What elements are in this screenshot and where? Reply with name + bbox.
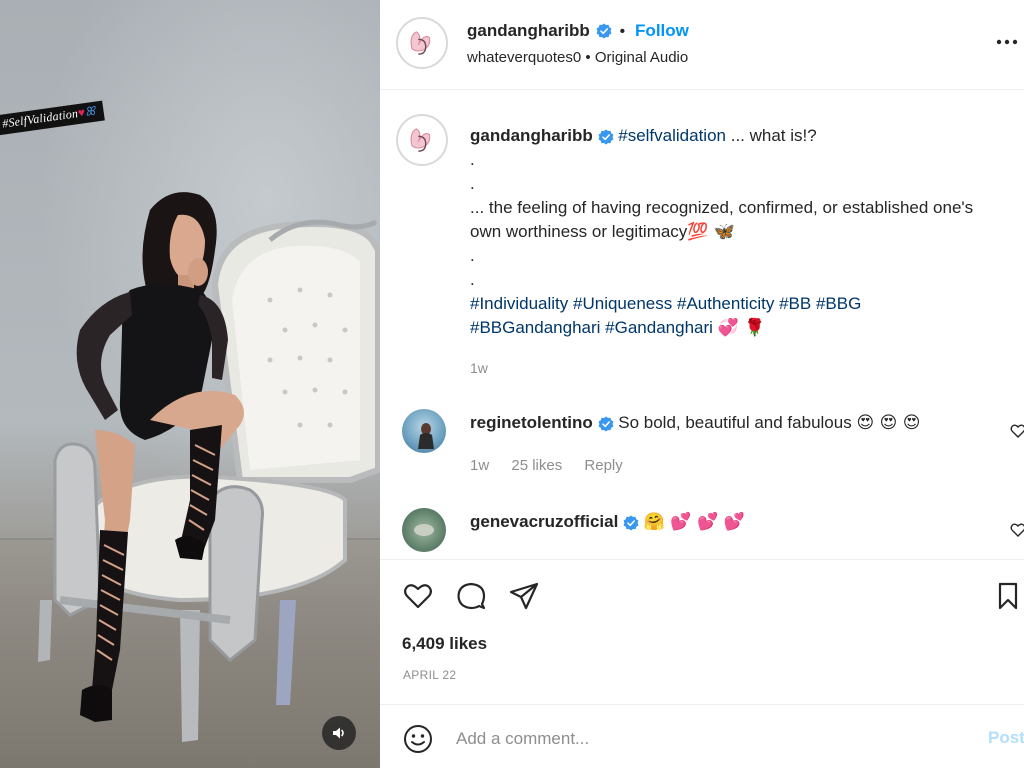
caption-age: 1w	[470, 360, 488, 376]
emoji-hundred-butterfly: 💯 🦋	[687, 222, 736, 242]
hashtag-link[interactable]: #BB	[779, 294, 811, 313]
hashtag-line-2: #BBGandanghari #Gandanghari 💞 🌹	[470, 316, 1024, 340]
commenter-username[interactable]: reginetolentino	[470, 413, 593, 432]
hashtag-link[interactable]: #Uniqueness	[573, 294, 672, 313]
bbg-logo-icon	[399, 20, 445, 66]
hashtag-link[interactable]: #selfvalidation	[618, 126, 726, 145]
comment-like-heart-icon[interactable]	[1010, 423, 1024, 439]
caption-text-2: ... the feeling of having recognized, co…	[470, 198, 974, 217]
post-header: gandangharibb • Follow whateverquotes0 •…	[380, 0, 1024, 90]
hashtag-link[interactable]: #BBGandanghari	[470, 318, 600, 337]
caption-text-1: ... what is!?	[726, 126, 817, 145]
comment-emoji: 😍 😍 😍	[856, 413, 921, 433]
audio-label[interactable]: Original Audio	[595, 49, 688, 66]
audio-separator: •	[581, 49, 595, 66]
avatar-photo	[418, 423, 434, 449]
post-detail-panel: gandangharibb • Follow whateverquotes0 •…	[380, 0, 1024, 768]
caption-avatar[interactable]	[396, 114, 448, 166]
caption-dot: .	[470, 270, 475, 289]
audio-attribution: whateverquotes0 • Original Audio	[467, 49, 688, 66]
commenter-avatar[interactable]	[402, 409, 446, 453]
header-title-row: gandangharibb • Follow	[467, 21, 689, 41]
verified-badge-icon	[623, 515, 639, 531]
post-date: APRIL 22	[403, 668, 457, 682]
more-options-button[interactable]	[992, 30, 1022, 54]
emoji-hearts-rose: 💞 🌹	[717, 318, 766, 338]
share-icon[interactable]	[508, 580, 540, 612]
post-media[interactable]: #SelfValidation♥ꕤ	[0, 0, 380, 768]
comments-area[interactable]: gandangharibb #selfvalidation ... what i…	[380, 91, 1024, 559]
heart-icon[interactable]	[402, 580, 434, 612]
hashtag-link[interactable]: #Authenticity	[677, 294, 774, 313]
caption-text-3: own worthiness or legitimacy	[470, 222, 688, 241]
comment-like-heart-icon[interactable]	[1010, 522, 1024, 538]
comment-icon[interactable]	[455, 580, 487, 612]
comment-meta: 1w 25 likes Reply	[470, 457, 641, 474]
commenter-avatar[interactable]	[402, 508, 446, 552]
verified-badge-icon	[598, 416, 613, 432]
commenter-username[interactable]: genevacruzofficial	[470, 512, 618, 531]
butterfly-icon: ꕤ	[84, 103, 97, 119]
volume-icon	[333, 727, 344, 739]
post-actions: 6,409 likes APRIL 22	[380, 559, 1024, 705]
more-options-icon	[996, 39, 1018, 45]
likes-count[interactable]: 6,409 likes	[402, 634, 487, 654]
audio-user[interactable]: whateverquotes0	[467, 49, 581, 66]
comment-input[interactable]	[456, 724, 956, 754]
bbg-logo-icon	[399, 117, 445, 163]
bookmark-icon[interactable]	[992, 580, 1024, 612]
caption-text: gandangharibb #selfvalidation ... what i…	[470, 124, 1024, 340]
comment-text: reginetolentino So bold, beautiful and f…	[470, 413, 920, 433]
comment-age: 1w	[470, 457, 490, 474]
caption-dot: .	[470, 174, 475, 193]
hashtag-line-1: #Individuality #Uniqueness #Authenticity…	[470, 292, 1024, 316]
verified-badge-icon	[598, 129, 613, 145]
caption-dot: .	[470, 150, 475, 169]
caption-dot: .	[470, 246, 475, 265]
caption-line-4: own worthiness or legitimacy💯 🦋	[470, 220, 1024, 244]
avatar-photo	[414, 524, 434, 536]
follow-button[interactable]: Follow	[635, 21, 689, 41]
comment-text: genevacruzofficial 🤗 💕 💕 💕	[470, 512, 745, 532]
volume-button[interactable]	[322, 716, 356, 750]
comment-emoji: 🤗 💕 💕 💕	[643, 512, 745, 532]
comment-body: So bold, beautiful and fabulous	[618, 413, 852, 432]
caption-line-1: gandangharibb #selfvalidation ... what i…	[470, 124, 1024, 148]
hashtag-link[interactable]: #Gandanghari	[605, 318, 713, 337]
verified-badge-icon	[596, 23, 612, 39]
hashtag-link[interactable]: #BBG	[816, 294, 861, 313]
author-avatar[interactable]	[396, 17, 448, 69]
header-separator: •	[619, 22, 626, 40]
add-comment-bar: Post	[380, 706, 1024, 768]
caption-username[interactable]: gandangharibb	[470, 126, 593, 145]
post-button[interactable]: Post	[988, 728, 1024, 748]
comment-likes[interactable]: 25 likes	[511, 457, 562, 474]
reply-button[interactable]: Reply	[584, 457, 622, 474]
hashtag-link[interactable]: #Individuality	[470, 294, 568, 313]
author-username[interactable]: gandangharibb	[467, 21, 590, 41]
emoji-icon[interactable]	[402, 723, 434, 755]
